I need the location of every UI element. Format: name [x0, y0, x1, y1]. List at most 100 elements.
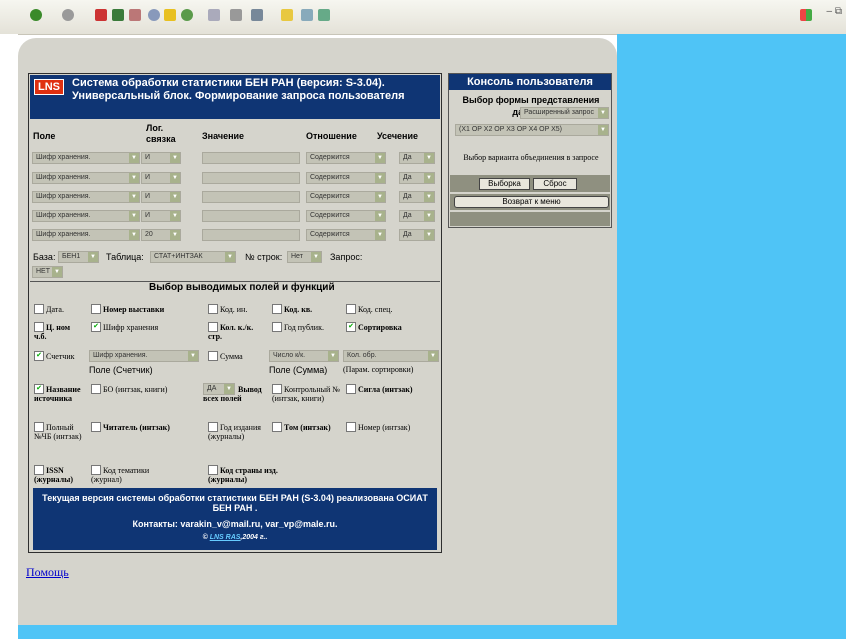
checkbox-date[interactable] [34, 304, 44, 314]
combine-formula-select[interactable]: (X1 OP X2 OP X3 OP X4 OP X5) ▼ [455, 124, 609, 136]
label-pub-year: Год публик. [284, 323, 324, 332]
refresh-icon[interactable] [112, 9, 124, 21]
edit-icon[interactable] [251, 9, 263, 21]
relation-select[interactable]: Содержится ▼ [306, 191, 386, 203]
query-value: НЕТ [36, 268, 50, 275]
folder-icon[interactable] [281, 9, 293, 21]
checkbox-number[interactable] [346, 422, 356, 432]
reset-button[interactable]: Сброс [533, 178, 577, 190]
field-select[interactable]: Шифр хранения. ▼ [32, 229, 140, 241]
label-code-spec: Код. спец. [358, 305, 393, 314]
label-sort-param: (Парам. сортировки) [343, 365, 414, 374]
relation-select-value: Содержится [310, 193, 350, 200]
value-input[interactable] [202, 229, 300, 241]
truncation-select[interactable]: Да ▼ [399, 210, 435, 222]
truncation-select[interactable]: Да ▼ [399, 172, 435, 184]
checkbox-bo[interactable] [91, 384, 101, 394]
stop-icon[interactable] [95, 9, 107, 21]
query-select[interactable]: НЕТ ▼ [32, 266, 63, 278]
relation-select-value: Содержится [310, 174, 350, 181]
label-count-pages: Кол. к./к. стр. [208, 323, 254, 341]
form-select[interactable]: Расширенный запрос ▼ [520, 107, 609, 119]
field-select[interactable]: Шифр хранения. ▼ [32, 210, 140, 222]
counter-field-select[interactable]: Шифр хранения. ▼ [89, 350, 199, 362]
chevron-down-icon: ▼ [598, 125, 608, 135]
label-sort: Сортировка [358, 323, 402, 332]
logic-select[interactable]: И ▼ [141, 191, 181, 203]
value-input[interactable] [202, 152, 300, 164]
chevron-down-icon: ▼ [170, 173, 180, 183]
field-select[interactable]: Шифр хранения. ▼ [32, 191, 140, 203]
chevron-down-icon: ▼ [375, 211, 385, 221]
help-link[interactable]: Помощь [26, 565, 69, 580]
nrows-value: Нет [291, 253, 303, 260]
table-select[interactable]: СТАТ+ИНТЗАК ▼ [150, 251, 236, 263]
chevron-down-icon: ▼ [188, 351, 198, 361]
field-select[interactable]: Шифр хранения. ▼ [32, 152, 140, 164]
logic-select-value: И [145, 193, 151, 200]
value-input[interactable] [202, 172, 300, 184]
checkbox-pub-year[interactable] [272, 322, 282, 332]
mail-icon[interactable] [208, 9, 220, 21]
truncation-select[interactable]: Да ▼ [399, 191, 435, 203]
truncation-select[interactable]: Да ▼ [399, 229, 435, 241]
col-logic: Лог. связка [146, 123, 176, 144]
field-select[interactable]: Шифр хранения. ▼ [32, 172, 140, 184]
checkbox-sort[interactable]: ✔ [346, 322, 356, 332]
field-select-value: Шифр хранения. [36, 154, 91, 161]
label-country-code: Код страны изд. (журналы) [208, 466, 278, 484]
logic-select[interactable]: И ▼ [141, 172, 181, 184]
checkbox-volume[interactable] [272, 422, 282, 432]
checkbox-code-spec[interactable] [346, 304, 356, 314]
logic-select[interactable]: 20 ▼ [141, 229, 181, 241]
select-button[interactable]: Выборка [479, 178, 530, 190]
logic-select-value: И [145, 154, 151, 161]
back-icon[interactable] [30, 9, 42, 21]
window-controls[interactable]: – ⧉ [827, 6, 842, 17]
favorites-icon[interactable] [164, 9, 176, 21]
home-icon[interactable] [129, 9, 141, 21]
print-icon[interactable] [230, 9, 242, 21]
checkbox-counter[interactable]: ✔ [34, 351, 44, 361]
sum-field-select[interactable]: Число к/к. ▼ [269, 350, 339, 362]
checkbox-sum[interactable] [208, 351, 218, 361]
logic-select[interactable]: И ▼ [141, 210, 181, 222]
query-label: Запрос: [330, 252, 363, 262]
checkbox-exhibition[interactable] [91, 304, 101, 314]
messenger-icon[interactable] [318, 9, 330, 21]
forward-icon[interactable] [62, 9, 74, 21]
relation-select[interactable]: Содержится ▼ [306, 172, 386, 184]
base-select[interactable]: БЕН1 ▼ [58, 251, 99, 263]
lns-ras-link[interactable]: LNS RAS [210, 534, 241, 541]
chevron-down-icon: ▼ [375, 153, 385, 163]
chevron-down-icon: ▼ [225, 252, 235, 262]
label-counter-field: Поле (Счетчик) [89, 365, 153, 375]
relation-select[interactable]: Содержится ▼ [306, 152, 386, 164]
checkbox-code-in[interactable] [208, 304, 218, 314]
value-input[interactable] [202, 210, 300, 222]
panel-header: LNS Система обработки статистики БЕН РАН… [30, 75, 440, 119]
checkbox-sigla[interactable] [346, 384, 356, 394]
value-input[interactable] [202, 191, 300, 203]
chevron-down-icon: ▼ [170, 192, 180, 202]
logic-select[interactable]: И ▼ [141, 152, 181, 164]
history-icon[interactable] [181, 9, 193, 21]
checkbox-shelfmark[interactable]: ✔ [91, 322, 101, 332]
checkbox-reader[interactable] [91, 422, 101, 432]
relation-select[interactable]: Содержится ▼ [306, 229, 386, 241]
truncation-select-value: Да [403, 193, 412, 200]
back-to-menu-button[interactable]: Возврат к меню [454, 196, 609, 208]
sort-param-select[interactable]: Кол. обр. ▼ [343, 350, 439, 362]
button-row [450, 175, 610, 192]
search-icon[interactable] [148, 9, 160, 21]
tools-icon[interactable] [301, 9, 313, 21]
nrows-select[interactable]: Нет ▼ [287, 251, 322, 263]
query-panel: LNS Система обработки статистики БЕН РАН… [28, 73, 442, 553]
truncation-select[interactable]: Да ▼ [399, 152, 435, 164]
field-select-value: Шифр хранения. [36, 193, 91, 200]
checkbox-code-kv[interactable] [272, 304, 282, 314]
sum-field-value: Число к/к. [273, 352, 306, 359]
relation-select[interactable]: Содержится ▼ [306, 210, 386, 222]
output-section-title: Выбор выводимых полей и функций [149, 282, 335, 293]
logic-select-value: И [145, 212, 151, 219]
